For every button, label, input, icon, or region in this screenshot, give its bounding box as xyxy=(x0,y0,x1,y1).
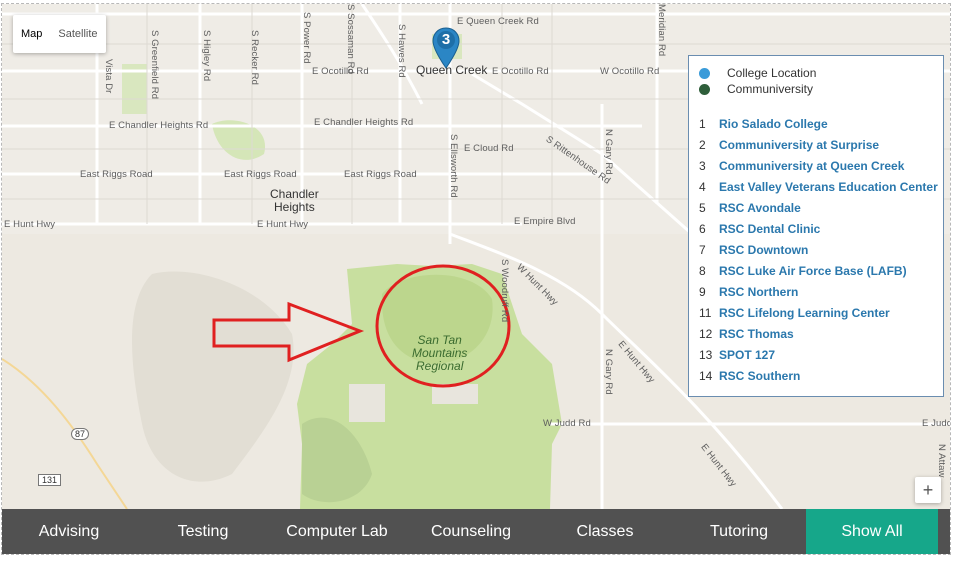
highway-shield: 87 xyxy=(71,428,90,440)
road-label: S Hawes Rd xyxy=(396,24,407,78)
location-item[interactable]: 6 RSC Dental Clinic xyxy=(699,218,943,239)
road-label: Meridian Rd xyxy=(656,4,667,57)
map-canvas[interactable]: E Queen Creek Rd E Ocotillo Rd E Ocotill… xyxy=(2,4,950,509)
legend-key-label: College Location xyxy=(727,66,817,80)
location-item[interactable]: 14 RSC Southern xyxy=(699,365,943,386)
location-link[interactable]: RSC Dental Clinic xyxy=(719,222,820,236)
tab-tutoring[interactable]: Tutoring xyxy=(672,509,806,554)
road-label: S Greenfield Rd xyxy=(149,30,160,100)
location-item[interactable]: 13 SPOT 127 xyxy=(699,344,943,365)
park-label: San Tan Mountains Regional xyxy=(412,333,468,373)
location-number: 5 xyxy=(699,200,706,215)
road-label: N Gary Rd xyxy=(603,129,614,175)
road-label: E Empire Blvd xyxy=(514,216,576,227)
road-label: S Power Rd xyxy=(301,12,312,64)
road-label: E Judd R xyxy=(922,418,950,429)
tab-testing[interactable]: Testing xyxy=(136,509,270,554)
legend-key-communiversity: Communiversity xyxy=(699,81,943,97)
road-label: S Ellsworth Rd xyxy=(448,134,459,198)
location-link[interactable]: RSC Lifelong Learning Center xyxy=(719,306,890,320)
map-marker-pin[interactable]: 3 xyxy=(431,26,461,70)
location-item[interactable]: 12 RSC Thomas xyxy=(699,323,943,344)
location-number: 2 xyxy=(699,137,706,152)
road-label: S Woodruff Rd xyxy=(499,259,510,323)
map-widget: E Queen Creek Rd E Ocotillo Rd E Ocotill… xyxy=(1,3,951,555)
highway-shield: 131 xyxy=(38,474,62,486)
road-label: E Ocotillo Rd xyxy=(312,66,369,77)
tab-computer-lab[interactable]: Computer Lab xyxy=(270,509,404,554)
location-number: 11 xyxy=(699,305,712,320)
zoom-in-button[interactable]: + xyxy=(915,477,941,503)
location-number: 8 xyxy=(699,263,706,278)
location-number: 13 xyxy=(699,347,713,362)
road-label: East Riggs Road xyxy=(224,169,297,180)
location-number: 3 xyxy=(699,158,706,173)
road-label: E Chandler Heights Rd xyxy=(314,117,414,128)
location-link[interactable]: Communiversity at Queen Creek xyxy=(719,159,904,173)
location-item[interactable]: 8 RSC Luke Air Force Base (LAFB) xyxy=(699,260,943,281)
road-label: N Gary Rd xyxy=(603,349,614,395)
green-dot-icon xyxy=(699,83,710,95)
road-label: W Ocotillo Rd xyxy=(600,66,660,77)
location-item[interactable]: 11 RSC Lifelong Learning Center xyxy=(699,302,943,323)
road-label: Vista Dr xyxy=(103,59,114,94)
location-number: 7 xyxy=(699,242,706,257)
location-item[interactable]: 4 East Valley Veterans Education Center xyxy=(699,176,943,197)
tab-classes[interactable]: Classes xyxy=(538,509,672,554)
location-item[interactable]: 7 RSC Downtown xyxy=(699,239,943,260)
road-label: East Riggs Road xyxy=(344,169,417,180)
blue-dot-icon xyxy=(699,67,710,79)
road-label: E Ocotillo Rd xyxy=(492,66,549,77)
location-link[interactable]: Communiversity at Surprise xyxy=(719,138,879,152)
road-label: W Judd Rd xyxy=(543,418,591,429)
tab-counseling[interactable]: Counseling xyxy=(404,509,538,554)
road-label: E Queen Creek Rd xyxy=(457,16,539,27)
legend-key-college: College Location xyxy=(699,65,943,81)
location-item[interactable]: 3 Communiversity at Queen Creek xyxy=(699,155,943,176)
map-type-map-button[interactable]: Map xyxy=(13,15,50,53)
map-type-control: Map Satellite xyxy=(13,15,106,53)
tab-advising[interactable]: Advising xyxy=(2,509,136,554)
location-item[interactable]: 9 RSC Northern xyxy=(699,281,943,302)
location-link[interactable]: SPOT 127 xyxy=(719,348,775,362)
location-link[interactable]: RSC Luke Air Force Base (LAFB) xyxy=(719,264,907,278)
map-legend: College Location Communiversity 1 Rio Sal… xyxy=(688,55,944,397)
location-item[interactable]: 1 Rio Salado College xyxy=(699,113,943,134)
city-label-chandler-heights: Chandler Heights xyxy=(270,187,319,214)
location-item[interactable]: 2 Communiversity at Surprise xyxy=(699,134,943,155)
location-link[interactable]: RSC Downtown xyxy=(719,243,808,257)
road-label: E Hunt Hwy xyxy=(257,219,309,230)
location-link[interactable]: RSC Southern xyxy=(719,369,800,383)
road-label: S Recker Rd xyxy=(249,30,260,85)
location-item[interactable]: 5 RSC Avondale xyxy=(699,197,943,218)
tab-show-all[interactable]: Show All xyxy=(806,509,938,554)
location-number: 1 xyxy=(699,116,706,131)
location-number: 14 xyxy=(699,368,713,383)
road-label: S Higley Rd xyxy=(201,30,212,82)
legend-key-label: Communiversity xyxy=(727,82,814,96)
location-link[interactable]: RSC Northern xyxy=(719,285,798,299)
location-link[interactable]: East Valley Veterans Education Center xyxy=(719,180,938,194)
map-type-satellite-button[interactable]: Satellite xyxy=(50,15,105,53)
road-label: E Hunt Hwy xyxy=(4,219,56,230)
location-number: 12 xyxy=(699,326,713,341)
location-number: 9 xyxy=(699,284,706,299)
road-label: East Riggs Road xyxy=(80,169,153,180)
road-label: E Chandler Heights Rd xyxy=(109,120,209,131)
road-label: S Sossaman Rd xyxy=(345,4,356,74)
service-filter-bar: Advising Testing Computer Lab Counseling… xyxy=(2,509,950,554)
road-label: N Attaw xyxy=(936,444,947,478)
road-label: E Cloud Rd xyxy=(464,143,514,154)
location-number: 4 xyxy=(699,179,706,194)
marker-count: 3 xyxy=(441,31,451,48)
location-link[interactable]: RSC Thomas xyxy=(719,327,794,341)
location-number: 6 xyxy=(699,221,706,236)
location-link[interactable]: Rio Salado College xyxy=(719,117,828,131)
location-link[interactable]: RSC Avondale xyxy=(719,201,801,215)
